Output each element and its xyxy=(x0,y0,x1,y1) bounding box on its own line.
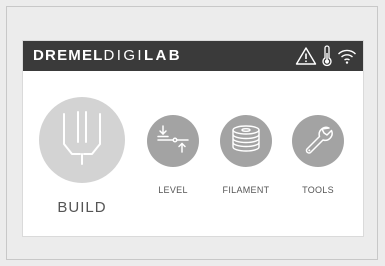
tools-label: TOOLS xyxy=(302,185,334,195)
brand-part-lab: LAB xyxy=(143,47,183,64)
level-circle xyxy=(147,115,199,167)
thermometer-icon[interactable] xyxy=(321,45,333,67)
wifi-icon[interactable] xyxy=(337,47,357,65)
tools-circle xyxy=(292,115,344,167)
filament-button[interactable]: FILAMENT xyxy=(211,115,281,205)
brand-part-dremel: DREMEL xyxy=(33,47,104,64)
build-button[interactable]: BUILD xyxy=(39,97,125,227)
filament-circle xyxy=(220,115,272,167)
brand-part-digi: DIGI xyxy=(103,47,144,64)
brand-logo: DREMELDIGILAB xyxy=(33,47,182,65)
level-icon xyxy=(155,124,191,159)
level-button[interactable]: LEVEL xyxy=(143,115,203,205)
level-label: LEVEL xyxy=(158,185,188,195)
filament-label: FILAMENT xyxy=(222,185,270,195)
build-circle xyxy=(39,97,125,183)
build-label: BUILD xyxy=(57,199,107,216)
nozzle-icon xyxy=(56,108,108,173)
wrench-icon xyxy=(302,123,334,160)
printer-screen: DREMELDIGILAB BUILD LEVEL FILAMENT TOOLS xyxy=(22,40,364,237)
header-bar: DREMELDIGILAB xyxy=(23,41,363,71)
tools-button[interactable]: TOOLS xyxy=(285,115,351,205)
filament-spool-icon xyxy=(229,124,263,159)
warning-icon[interactable] xyxy=(295,46,317,66)
status-icons xyxy=(295,45,357,67)
